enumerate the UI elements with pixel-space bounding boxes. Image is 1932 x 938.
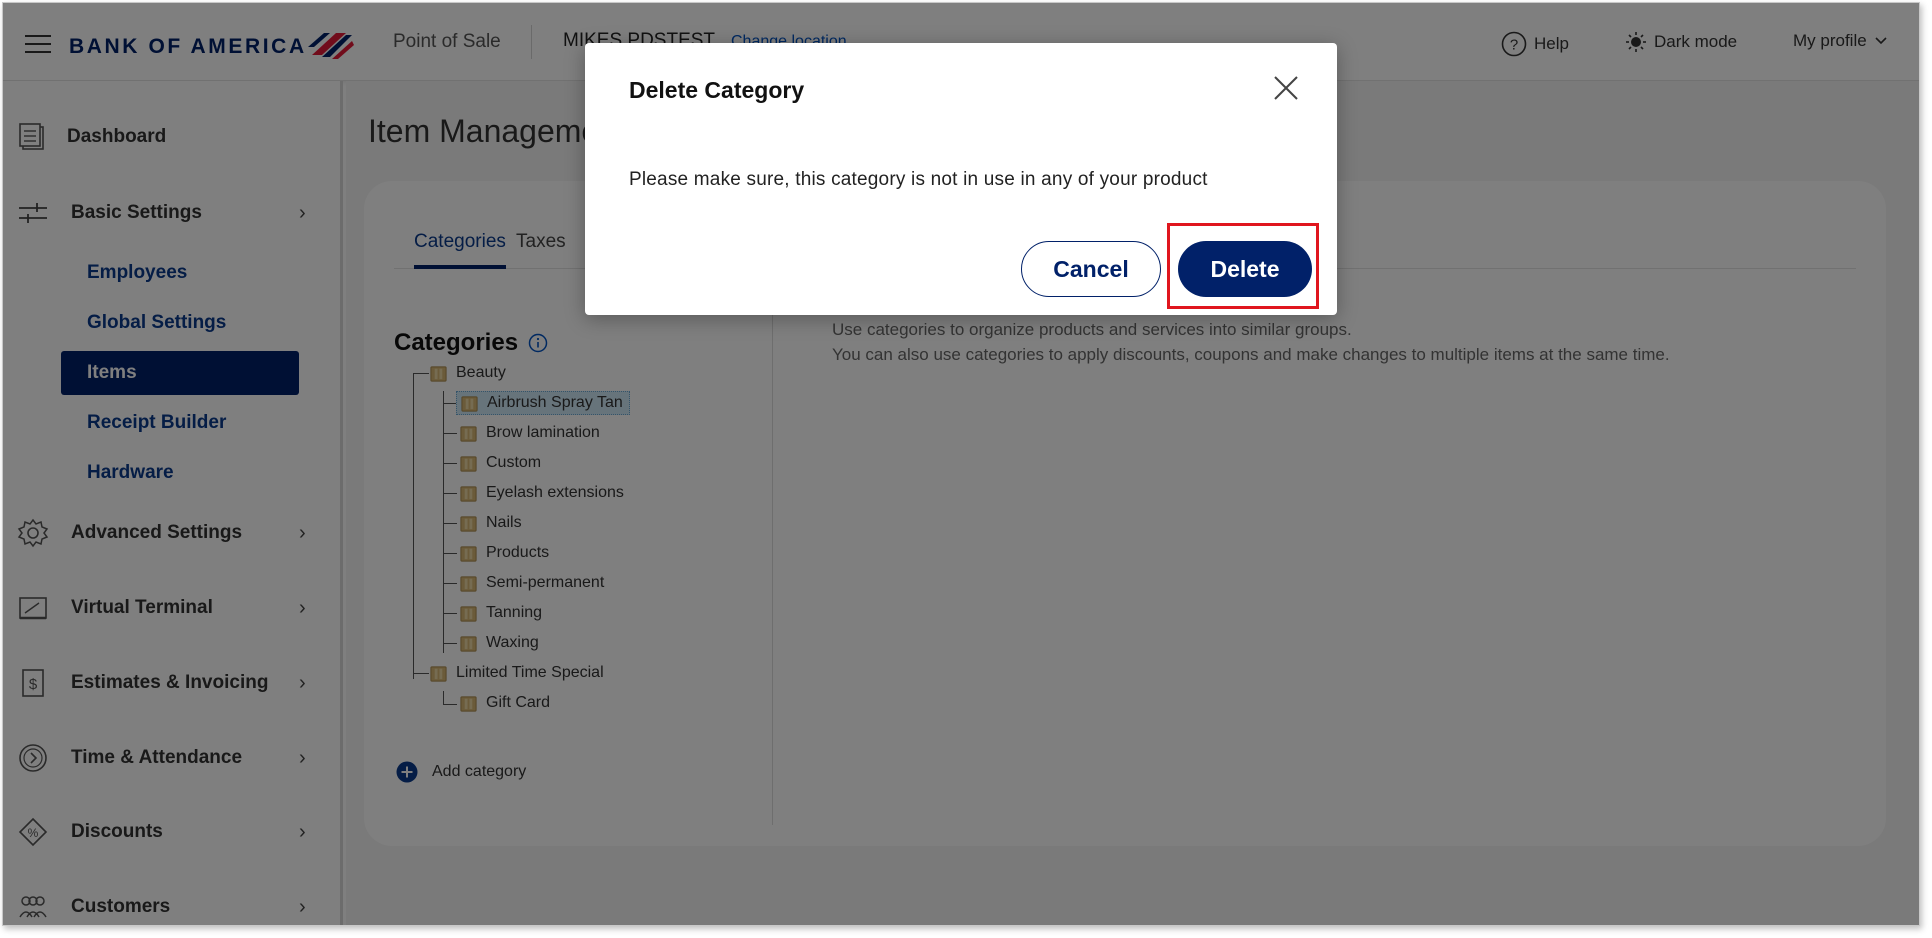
- delete-button[interactable]: Delete: [1178, 241, 1312, 297]
- dialog-message: Please make sure, this category is not i…: [629, 169, 1208, 190]
- app-window: BANK OF AMERICA Point of Sale MIKES PDST…: [2, 2, 1920, 926]
- cancel-button[interactable]: Cancel: [1021, 241, 1161, 297]
- close-icon[interactable]: [1271, 73, 1301, 103]
- dialog-title: Delete Category: [629, 77, 805, 103]
- delete-category-dialog: Delete Category Please make sure, this c…: [585, 43, 1337, 315]
